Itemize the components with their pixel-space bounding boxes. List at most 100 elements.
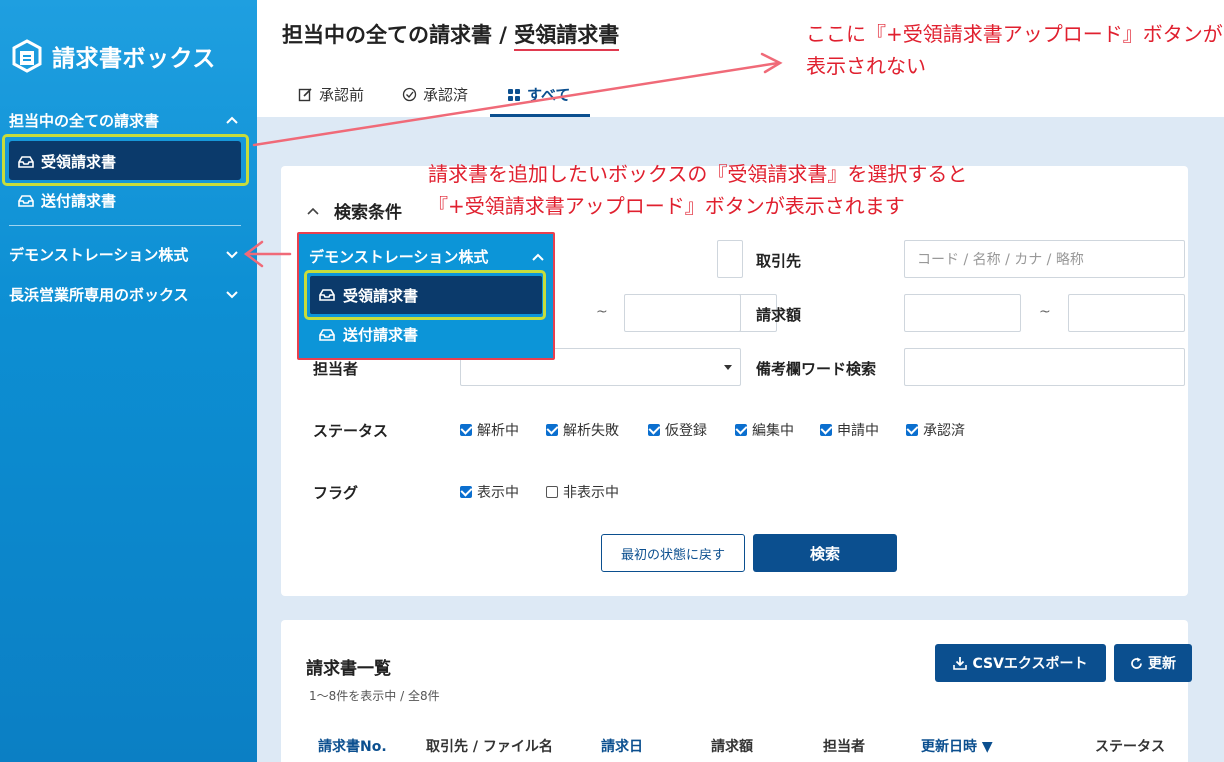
checkbox[interactable]	[906, 424, 918, 436]
refresh-label: 更新	[1148, 656, 1176, 672]
col-status: ステータス	[1095, 739, 1165, 755]
sidebar-divider	[9, 225, 241, 226]
assignee-label: 担当者	[313, 360, 359, 378]
checkbox[interactable]	[460, 486, 472, 498]
reset-button[interactable]: 最初の状態に戻す	[601, 534, 745, 572]
checkbox-label: 編集中	[752, 423, 794, 439]
search-title: 検索条件	[334, 203, 402, 223]
status-checkbox[interactable]: 申請中	[820, 420, 879, 440]
col-invoice-no[interactable]: 請求書No.	[318, 736, 387, 756]
tilde: ~	[1039, 304, 1051, 320]
checkbox-label: 非表示中	[563, 485, 619, 501]
active-tab-indicator	[490, 114, 590, 117]
highlight-frame	[304, 270, 546, 320]
status-checkbox[interactable]: 解析中	[460, 420, 519, 440]
status-checkbox[interactable]: 仮登録	[648, 420, 707, 440]
tab-label: 承認前	[319, 86, 365, 104]
flag-checkbox[interactable]: 非表示中	[546, 482, 619, 502]
annotation-mid-line2: 『+受領請求書アップロード』ボタンが表示されます	[428, 194, 905, 218]
csv-export-label: CSVエクスポート	[972, 656, 1088, 672]
checkbox[interactable]	[648, 424, 660, 436]
download-icon	[953, 657, 968, 670]
keyword-input[interactable]	[717, 240, 743, 278]
checkbox-label: 解析中	[477, 423, 519, 439]
inbox-icon	[18, 194, 34, 207]
partner-input[interactable]: コード / 名称 / カナ / 略称	[904, 240, 1185, 278]
refresh-button[interactable]: 更新	[1114, 644, 1192, 682]
checkbox[interactable]	[460, 424, 472, 436]
tab-approved[interactable]: 承認済	[402, 84, 468, 105]
checkbox-label: 表示中	[477, 485, 519, 501]
caret-down-icon	[724, 365, 732, 370]
memo-input[interactable]	[904, 348, 1185, 386]
annotation-top: ここに『+受領請求書アップロード』ボタンが 表示されない	[806, 18, 1223, 82]
annotation-top-line2: 表示されない	[806, 54, 926, 78]
app-logo[interactable]: 請求書ボックス	[10, 38, 216, 74]
search-button[interactable]: 検索	[753, 534, 897, 572]
amount-to-input[interactable]	[1068, 294, 1185, 332]
col-partner: 取引先 / ファイル名	[426, 739, 553, 755]
col-invoice-date[interactable]: 請求日	[601, 736, 643, 756]
checkbox[interactable]	[546, 424, 558, 436]
chevron-down-icon	[226, 291, 238, 299]
sidebar-group-all-invoices[interactable]: 担当中の全ての請求書	[0, 105, 257, 135]
title-prefix: 担当中の全ての請求書 /	[282, 23, 515, 47]
col-updated-at[interactable]: 更新日時 ▼	[921, 736, 993, 756]
annotation-top-line1: ここに『+受領請求書アップロード』ボタンが	[806, 22, 1223, 46]
title-current: 受領請求書	[514, 23, 620, 47]
highlight-frame	[2, 134, 249, 186]
checkbox-label: 申請中	[837, 423, 879, 439]
main-content: 担当中の全ての請求書 / 受領請求書 承認前 承認済 すべて 検索条件 取引先 …	[257, 0, 1224, 762]
checkbox-label: 承認済	[923, 423, 965, 439]
annotation-mid-line1: 請求書を追加したいボックスの『受領請求書』を選択すると	[428, 162, 968, 186]
sidebar-group-label: 長浜営業所専用のボックス	[9, 285, 189, 304]
sidebar-group-nagahama[interactable]: 長浜営業所専用のボックス	[0, 279, 257, 309]
status-label: ステータス	[313, 422, 389, 440]
sidebar-group-demonstration[interactable]: デモンストレーション株式	[0, 239, 257, 269]
list-title: 請求書一覧	[306, 659, 391, 679]
sidebar-item-sent-invoices[interactable]: 送付請求書	[18, 190, 116, 211]
chevron-up-icon	[226, 116, 238, 124]
flag-checkbox[interactable]: 表示中	[460, 482, 519, 502]
tab-all[interactable]: すべて	[507, 84, 570, 105]
amount-label: 請求額	[756, 306, 802, 324]
popup-item-sent-invoices[interactable]: 送付請求書	[319, 324, 418, 345]
tab-unapproved[interactable]: 承認前	[298, 84, 364, 105]
checkbox-label: 解析失敗	[563, 423, 619, 439]
col-assignee: 担当者	[823, 739, 865, 755]
refresh-icon	[1131, 657, 1142, 669]
popup-group-header[interactable]: デモンストレーション株式	[309, 246, 545, 267]
checkbox[interactable]	[820, 424, 832, 436]
tab-label: すべて	[527, 86, 571, 104]
popup-header-label: デモンストレーション株式	[309, 248, 489, 266]
logo-icon	[12, 39, 42, 73]
edit-icon	[298, 88, 312, 102]
memo-label: 備考欄ワード検索	[756, 360, 877, 378]
sidebar-group-label: デモンストレーション株式	[9, 245, 189, 264]
checkbox-label: 仮登録	[665, 423, 707, 439]
amount-from-input[interactable]	[904, 294, 1021, 332]
status-checkbox[interactable]: 編集中	[735, 420, 794, 440]
partner-label: 取引先	[756, 252, 802, 270]
invoice-list-panel: 請求書一覧 1〜8件を表示中 / 全8件 CSVエクスポート 更新 請求書No.…	[281, 620, 1192, 762]
chevron-down-icon	[226, 251, 238, 259]
checkbox[interactable]	[735, 424, 747, 436]
tilde: ~	[596, 304, 608, 320]
search-panel-toggle[interactable]: 検索条件	[306, 198, 402, 223]
inbox-icon	[319, 328, 335, 341]
box-dropdown-popup: デモンストレーション株式 受領請求書 送付請求書	[297, 232, 555, 360]
col-amount: 請求額	[711, 739, 753, 755]
date-to-input[interactable]	[624, 294, 741, 332]
chevron-up-icon	[532, 253, 544, 261]
checkbox[interactable]	[546, 486, 558, 498]
status-checkbox[interactable]: 解析失敗	[546, 420, 619, 440]
logo-text: 請求書ボックス	[52, 46, 216, 72]
sidebar-item-label: 送付請求書	[41, 192, 117, 210]
popup-item-label: 送付請求書	[343, 326, 419, 344]
status-checkbox[interactable]: 承認済	[906, 420, 965, 440]
chevron-up-icon	[307, 207, 319, 215]
list-count: 1〜8件を表示中 / 全8件	[309, 689, 440, 703]
csv-export-button[interactable]: CSVエクスポート	[935, 644, 1106, 682]
page-title: 担当中の全ての請求書 / 受領請求書	[282, 19, 619, 49]
tab-label: 承認済	[423, 86, 469, 104]
